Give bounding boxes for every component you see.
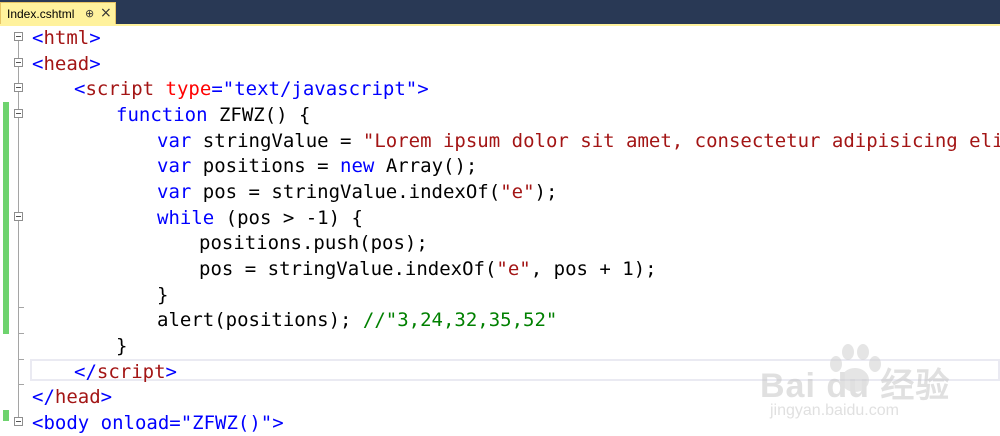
code-text: <body onload="ZFWZ()"> bbox=[32, 412, 284, 434]
document-tab-strip: Index.cshtml ⊕ × bbox=[0, 0, 1000, 24]
collapse-icon[interactable] bbox=[14, 212, 23, 221]
code-line[interactable]: var stringValue = "Lorem ipsum dolor sit… bbox=[0, 129, 1000, 154]
collapse-icon[interactable] bbox=[14, 83, 23, 92]
code-line[interactable]: var positions = new Array(); bbox=[0, 154, 1000, 179]
code-text: } bbox=[116, 335, 128, 357]
code-text: } bbox=[157, 284, 169, 306]
code-line[interactable]: function ZFWZ() { bbox=[0, 103, 1000, 128]
baidu-watermark: Bai du 经验 jingyan.baidu.com bbox=[760, 338, 990, 428]
code-line[interactable]: while (pos > -1) { bbox=[0, 206, 1000, 231]
tab-title: Index.cshtml bbox=[7, 6, 75, 21]
code-text: positions.push(pos); bbox=[199, 232, 428, 254]
code-line[interactable]: <head> bbox=[0, 52, 1000, 77]
code-line[interactable]: } bbox=[0, 283, 1000, 308]
tab-index-cshtml[interactable]: Index.cshtml ⊕ × bbox=[0, 2, 116, 24]
code-line[interactable]: <script type="text/javascript"> bbox=[0, 77, 1000, 102]
collapse-icon[interactable] bbox=[14, 109, 23, 118]
code-text: var stringValue = "Lorem ipsum dolor sit… bbox=[157, 130, 1000, 152]
code-line[interactable]: <html> bbox=[0, 26, 1000, 51]
code-text: <html> bbox=[32, 27, 101, 49]
code-text: <script type="text/javascript"> bbox=[74, 78, 429, 100]
code-line[interactable]: var pos = stringValue.indexOf("e"); bbox=[0, 180, 1000, 205]
code-text: pos = stringValue.indexOf("e", pos + 1); bbox=[199, 258, 657, 280]
code-line[interactable]: alert(positions); //"3,24,32,35,52" bbox=[0, 308, 1000, 333]
watermark-text: Bai du 经验 bbox=[760, 367, 951, 405]
code-line[interactable]: pos = stringValue.indexOf("e", pos + 1); bbox=[0, 257, 1000, 282]
collapse-icon[interactable] bbox=[14, 417, 23, 426]
code-text: var pos = stringValue.indexOf("e"); bbox=[157, 181, 558, 203]
watermark-url: jingyan.baidu.com bbox=[770, 402, 899, 419]
code-text: </script> bbox=[74, 361, 177, 383]
code-text: var positions = new Array(); bbox=[157, 155, 478, 177]
close-icon[interactable]: × bbox=[100, 5, 112, 21]
code-text: </head> bbox=[32, 386, 113, 408]
code-text: function ZFWZ() { bbox=[116, 104, 311, 126]
code-line[interactable]: positions.push(pos); bbox=[0, 231, 1000, 256]
code-text: while (pos > -1) { bbox=[157, 207, 363, 229]
collapse-icon[interactable] bbox=[14, 58, 23, 67]
collapse-icon[interactable] bbox=[14, 32, 23, 41]
code-editor[interactable]: <html> <head> <script type="text/javascr… bbox=[0, 26, 1000, 434]
pin-icon[interactable]: ⊕ bbox=[85, 7, 94, 20]
code-text: alert(positions); //"3,24,32,35,52" bbox=[157, 309, 558, 331]
code-text: <head> bbox=[32, 53, 101, 75]
